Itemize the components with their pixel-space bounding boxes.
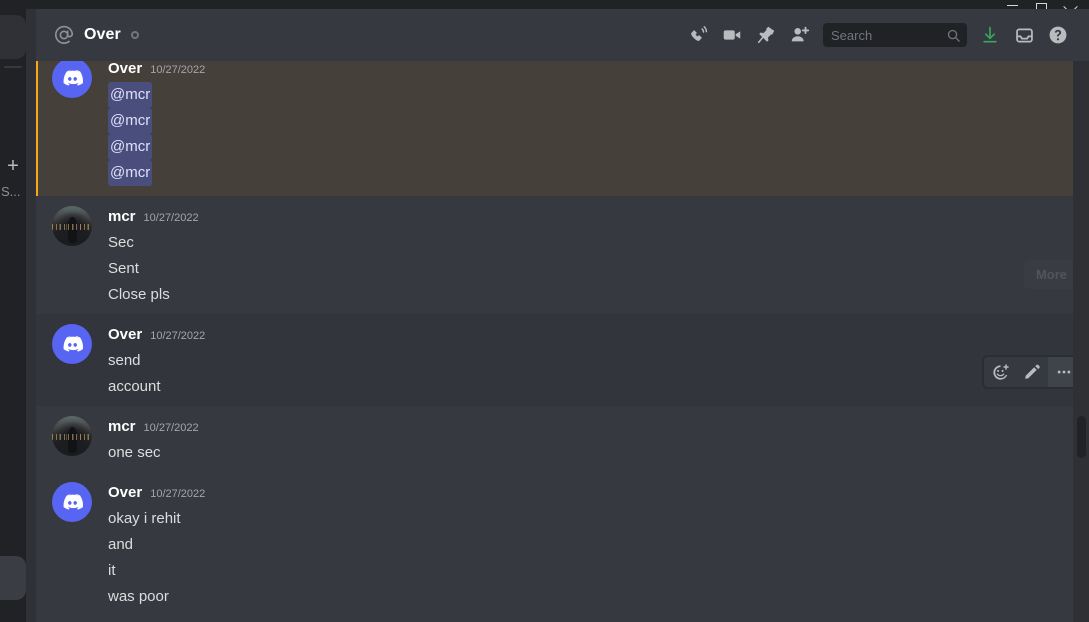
mention-pill[interactable]: @mcr	[108, 108, 153, 134]
message-author[interactable]: Over	[108, 482, 142, 504]
edit-message-icon[interactable]	[1016, 357, 1048, 387]
message-header: mcr 10/27/2022	[108, 206, 1041, 229]
window-title-bar	[0, 0, 1089, 16]
pinned-messages-icon[interactable]	[749, 23, 783, 47]
window-controls	[998, 0, 1085, 16]
server-rail-home-button[interactable]	[0, 15, 26, 59]
discord-window: + S... Over Search Over 10/27/2022 @mcr …	[0, 0, 1089, 622]
message-actions-toolbar	[983, 356, 1081, 388]
server-rail-divider	[4, 66, 22, 68]
scrollbar-thumb[interactable]	[1077, 416, 1086, 458]
message-line: @mcr	[108, 108, 1041, 134]
message-group[interactable]: mcr 10/27/2022 one sec	[36, 406, 1089, 472]
avatar[interactable]	[52, 206, 92, 246]
message-line: Sent	[108, 260, 139, 277]
window-close-button[interactable]	[1056, 0, 1085, 16]
message-line: Sec	[108, 234, 134, 251]
message-line: Close pls	[108, 286, 170, 303]
message-line: @mcr	[108, 160, 1041, 186]
message-group[interactable]: mcr 10/27/2022	[36, 616, 1089, 622]
message-timestamp: 10/27/2022	[143, 212, 199, 224]
message-line: @mcr	[108, 134, 1041, 160]
chat-area: Over Search Over 10/27/2022 @mcr @mcr @m…	[36, 9, 1089, 622]
message-group[interactable]: mcr 10/27/2022 Sec Sent Close pls	[36, 196, 1089, 314]
message-author[interactable]: mcr	[108, 416, 136, 438]
message-header: Over 10/27/2022	[108, 482, 1041, 505]
message-timestamp: 10/27/2022	[150, 64, 206, 76]
at-icon	[52, 23, 76, 47]
message-body: Over 10/27/2022 send account	[108, 324, 1041, 400]
status-badge	[130, 31, 139, 39]
message-header: Over 10/27/2022	[108, 324, 1041, 347]
add-reaction-icon[interactable]	[984, 357, 1016, 387]
mention-pill[interactable]: @mcr	[108, 134, 153, 160]
message-line: it	[108, 562, 116, 579]
message-body: mcr 10/27/2022 one sec	[108, 416, 1041, 466]
start-voice-call-icon[interactable]	[681, 23, 715, 47]
message-body: Over 10/27/2022 @mcr @mcr @mcr @mcr	[108, 61, 1041, 186]
add-friends-icon[interactable]	[783, 23, 817, 47]
search-placeholder: Search	[831, 27, 873, 43]
server-rail: + S...	[0, 9, 26, 622]
message-line: one sec	[108, 444, 161, 461]
message-author[interactable]: Over	[108, 324, 142, 346]
downloads-icon[interactable]	[973, 23, 1007, 47]
message-author[interactable]: mcr	[108, 206, 136, 228]
search-icon	[946, 28, 961, 43]
help-icon[interactable]	[1041, 23, 1075, 47]
inbox-icon[interactable]	[1007, 23, 1041, 47]
message-group[interactable]: Over 10/27/2022 send account More	[36, 260, 1089, 406]
message-timestamp: 10/27/2022	[150, 488, 206, 500]
message-timestamp: 10/27/2022	[143, 422, 199, 434]
header-toolbar: Search	[681, 23, 1089, 47]
message-line: and	[108, 536, 134, 553]
message-body: Over 10/27/2022 okay i rehit and it was …	[108, 482, 1041, 610]
start-video-call-icon[interactable]	[715, 23, 749, 47]
explore-servers-label[interactable]: S...	[0, 184, 26, 199]
message-list[interactable]: Over 10/27/2022 @mcr @mcr @mcr @mcr mcr …	[36, 61, 1089, 622]
more-options-tooltip: More	[1023, 260, 1079, 289]
message-timestamp: 10/27/2022	[150, 330, 206, 342]
mention-pill[interactable]: @mcr	[108, 160, 153, 186]
server-rail-item[interactable]	[0, 556, 26, 600]
add-server-button[interactable]: +	[0, 156, 26, 176]
search-input[interactable]: Search	[823, 23, 967, 47]
message-body: mcr 10/27/2022 Sec Sent Close pls	[108, 206, 1041, 308]
message-header: mcr 10/27/2022	[108, 416, 1041, 439]
message-line: okay i rehit	[108, 510, 181, 527]
message-group[interactable]: Over 10/27/2022 @mcr @mcr @mcr @mcr	[36, 61, 1089, 196]
window-minimize-button[interactable]	[998, 0, 1027, 9]
mention-pill[interactable]: @mcr	[108, 82, 153, 108]
avatar[interactable]	[52, 324, 92, 364]
message-header: Over 10/27/2022	[108, 61, 1041, 81]
message-line: send	[108, 352, 141, 369]
channel-header: Over Search	[36, 9, 1089, 61]
channel-list-sliver	[26, 9, 36, 622]
message-line: was poor	[108, 588, 169, 605]
message-list-scrollbar[interactable]	[1073, 61, 1089, 622]
page-title: Over	[84, 26, 121, 43]
message-author[interactable]: Over	[108, 61, 142, 80]
message-line: account	[108, 378, 161, 395]
window-maximize-button[interactable]	[1027, 0, 1056, 12]
avatar[interactable]	[52, 61, 92, 98]
avatar[interactable]	[52, 416, 92, 456]
message-line: @mcr	[108, 82, 1041, 108]
avatar[interactable]	[52, 482, 92, 522]
message-group[interactable]: Over 10/27/2022 okay i rehit and it was …	[36, 472, 1089, 616]
